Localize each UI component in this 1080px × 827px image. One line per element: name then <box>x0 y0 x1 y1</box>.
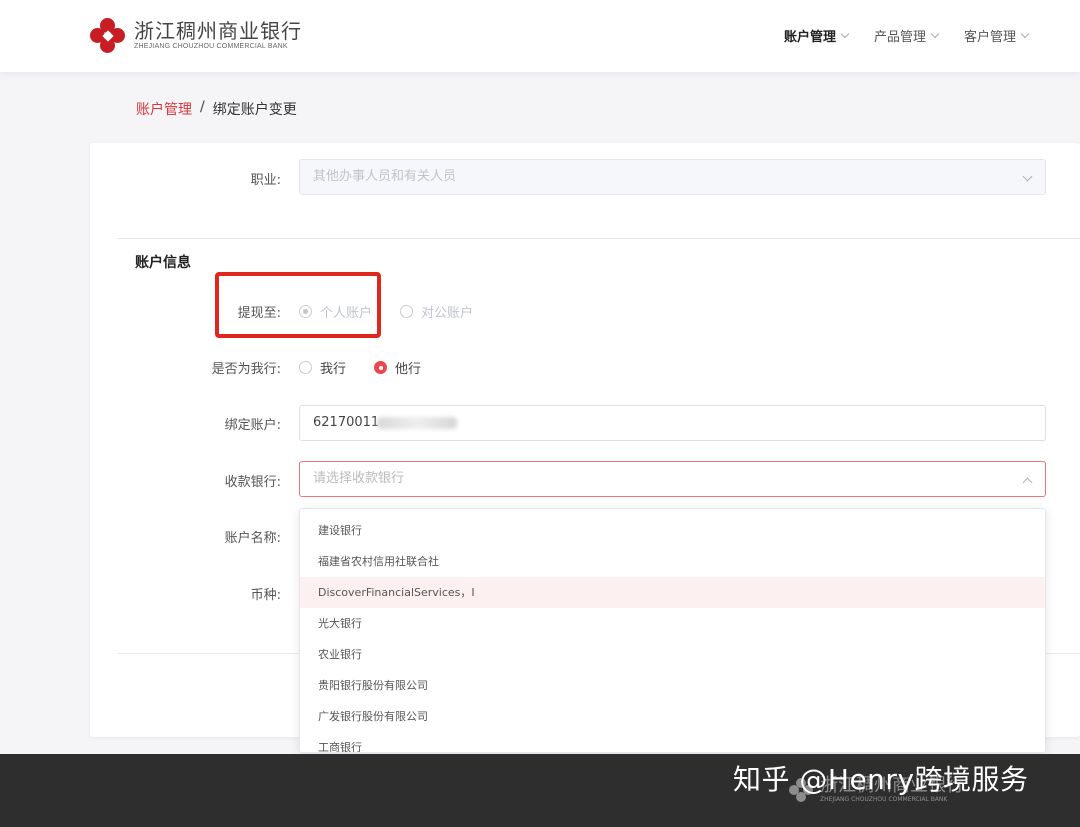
occupation-value: 其他办事人员和有关人员 <box>313 169 457 184</box>
dropdown-option[interactable]: 光大银行 <box>300 608 1045 639</box>
nav-product-management[interactable]: 产品管理 <box>873 26 940 45</box>
receiving-bank-dropdown: 建设银行 福建省农村信用社联合社 DiscoverFinancialServic… <box>299 508 1046 753</box>
receiving-bank-placeholder: 请选择收款银行 <box>313 471 405 486</box>
top-header: 浙江稠州商业银行 ZHEJIANG CHOUZHOU COMMERCIAL BA… <box>0 0 1080 72</box>
bound-account-input[interactable]: 62170011 <box>299 405 1046 441</box>
occupation-label: 职业: <box>250 173 281 188</box>
radio-our-bank[interactable]: 我行 <box>299 358 346 377</box>
radio-corporate-account: 对公账户 <box>400 302 473 321</box>
currency-label: 币种: <box>250 588 281 603</box>
chevron-down-icon <box>1022 171 1033 182</box>
redaction-blur <box>377 416 458 429</box>
main-nav: 账户管理 产品管理 客户管理 <box>783 26 1030 45</box>
bank-name-en: ZHEJIANG CHOUZHOU COMMERCIAL BANK <box>134 43 288 50</box>
zhihu-watermark: 知乎 @Henry跨境服务 <box>733 763 1029 796</box>
bound-account-label: 绑定账户: <box>224 418 281 433</box>
radio-unchecked-icon <box>400 305 414 318</box>
dropdown-option[interactable]: 建设银行 <box>300 515 1045 546</box>
bank-logo-icon <box>88 16 128 56</box>
nav-label: 产品管理 <box>873 30 926 45</box>
dropdown-option[interactable]: 广发银行股份有限公司 <box>300 701 1045 732</box>
highlight-annotation-box <box>215 272 381 338</box>
section-divider <box>117 238 1080 239</box>
chevron-down-icon <box>930 29 940 38</box>
bank-name-cn: 浙江稠州商业银行 <box>134 19 302 43</box>
occupation-select: 其他办事人员和有关人员 <box>299 159 1046 195</box>
dropdown-option[interactable]: 贵阳银行股份有限公司 <box>300 670 1045 701</box>
nav-label: 客户管理 <box>963 30 1016 45</box>
radio-unchecked-icon <box>299 361 312 374</box>
same-bank-label: 是否为我行: <box>211 362 281 377</box>
breadcrumb-parent-link[interactable]: 账户管理 <box>136 99 192 119</box>
chevron-down-icon <box>840 29 850 38</box>
radio-label: 他行 <box>395 362 422 377</box>
radio-label: 对公账户 <box>421 306 474 321</box>
account-name-label: 账户名称: <box>224 531 281 546</box>
footer-divider-right <box>1046 653 1080 654</box>
breadcrumb-current: 绑定账户变更 <box>212 102 297 118</box>
section-title-account-info: 账户信息 <box>135 255 191 271</box>
radio-other-bank[interactable]: 他行 <box>374 358 421 377</box>
breadcrumb-separator: / <box>200 99 205 115</box>
same-bank-radio-group: 我行 他行 <box>299 358 449 377</box>
breadcrumb: 账户管理 / 绑定账户变更 <box>136 99 297 119</box>
chevron-up-icon <box>1022 477 1033 488</box>
nav-label: 账户管理 <box>783 30 836 45</box>
dropdown-option[interactable]: 福建省农村信用社联合社 <box>300 546 1045 577</box>
nav-account-management[interactable]: 账户管理 <box>783 26 850 45</box>
bound-account-value: 62170011 <box>313 415 380 430</box>
bank-logo[interactable]: 浙江稠州商业银行 ZHEJIANG CHOUZHOU COMMERCIAL BA… <box>88 16 302 56</box>
receiving-bank-select[interactable]: 请选择收款银行 <box>299 461 1046 497</box>
nav-customer-management[interactable]: 客户管理 <box>963 26 1030 45</box>
radio-checked-icon <box>374 361 388 374</box>
radio-label: 我行 <box>320 362 347 377</box>
dropdown-option-hovered[interactable]: DiscoverFinancialServices，I <box>300 577 1045 608</box>
dropdown-option[interactable]: 工商银行 <box>300 732 1045 752</box>
footer-divider-left <box>117 653 299 654</box>
dropdown-option[interactable]: 农业银行 <box>300 639 1045 670</box>
receiving-bank-label: 收款银行: <box>224 475 281 490</box>
chevron-down-icon <box>1020 29 1030 38</box>
